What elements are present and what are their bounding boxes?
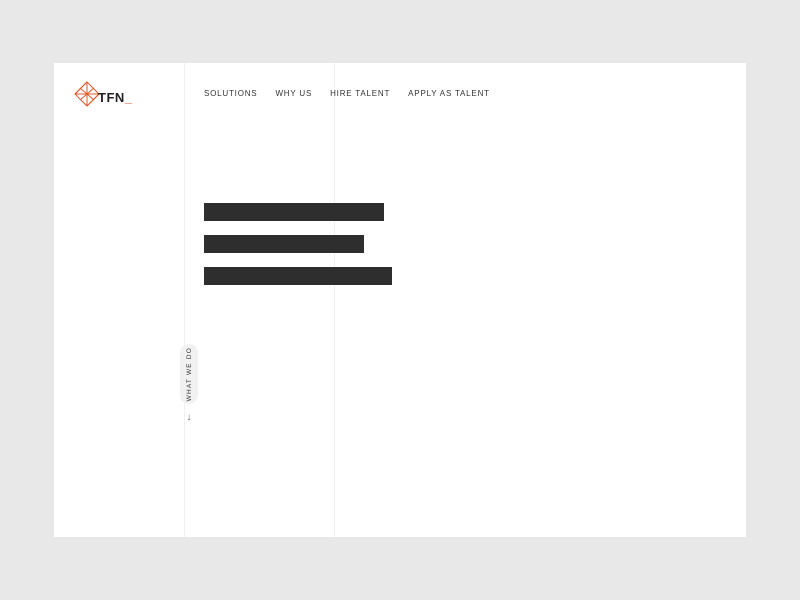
grid-line — [184, 63, 185, 537]
scroll-cue-pill: WHAT WE DO — [180, 344, 198, 404]
hero-headline-placeholder — [204, 203, 392, 299]
headline-bar — [204, 203, 384, 221]
nav-apply-as-talent[interactable]: APPLY AS TALENT — [408, 89, 490, 98]
logo[interactable]: TFN _ — [72, 79, 132, 109]
scroll-cue-label: WHAT WE DO — [186, 347, 193, 401]
nav-solutions[interactable]: SOLUTIONS — [204, 89, 257, 98]
scroll-cue[interactable]: WHAT WE DO ↓ — [180, 333, 198, 423]
grid-line — [334, 63, 335, 537]
arrow-down-icon: ↓ — [187, 412, 192, 423]
page: TFN _ SOLUTIONS WHY US HIRE TALENT APPLY… — [54, 63, 746, 537]
logo-accent: _ — [125, 90, 132, 105]
nav-why-us[interactable]: WHY US — [275, 89, 312, 98]
main-nav: SOLUTIONS WHY US HIRE TALENT APPLY AS TA… — [204, 89, 490, 98]
headline-bar — [204, 267, 392, 285]
headline-bar — [204, 235, 364, 253]
nav-hire-talent[interactable]: HIRE TALENT — [330, 89, 390, 98]
logo-text: TFN — [98, 90, 125, 105]
